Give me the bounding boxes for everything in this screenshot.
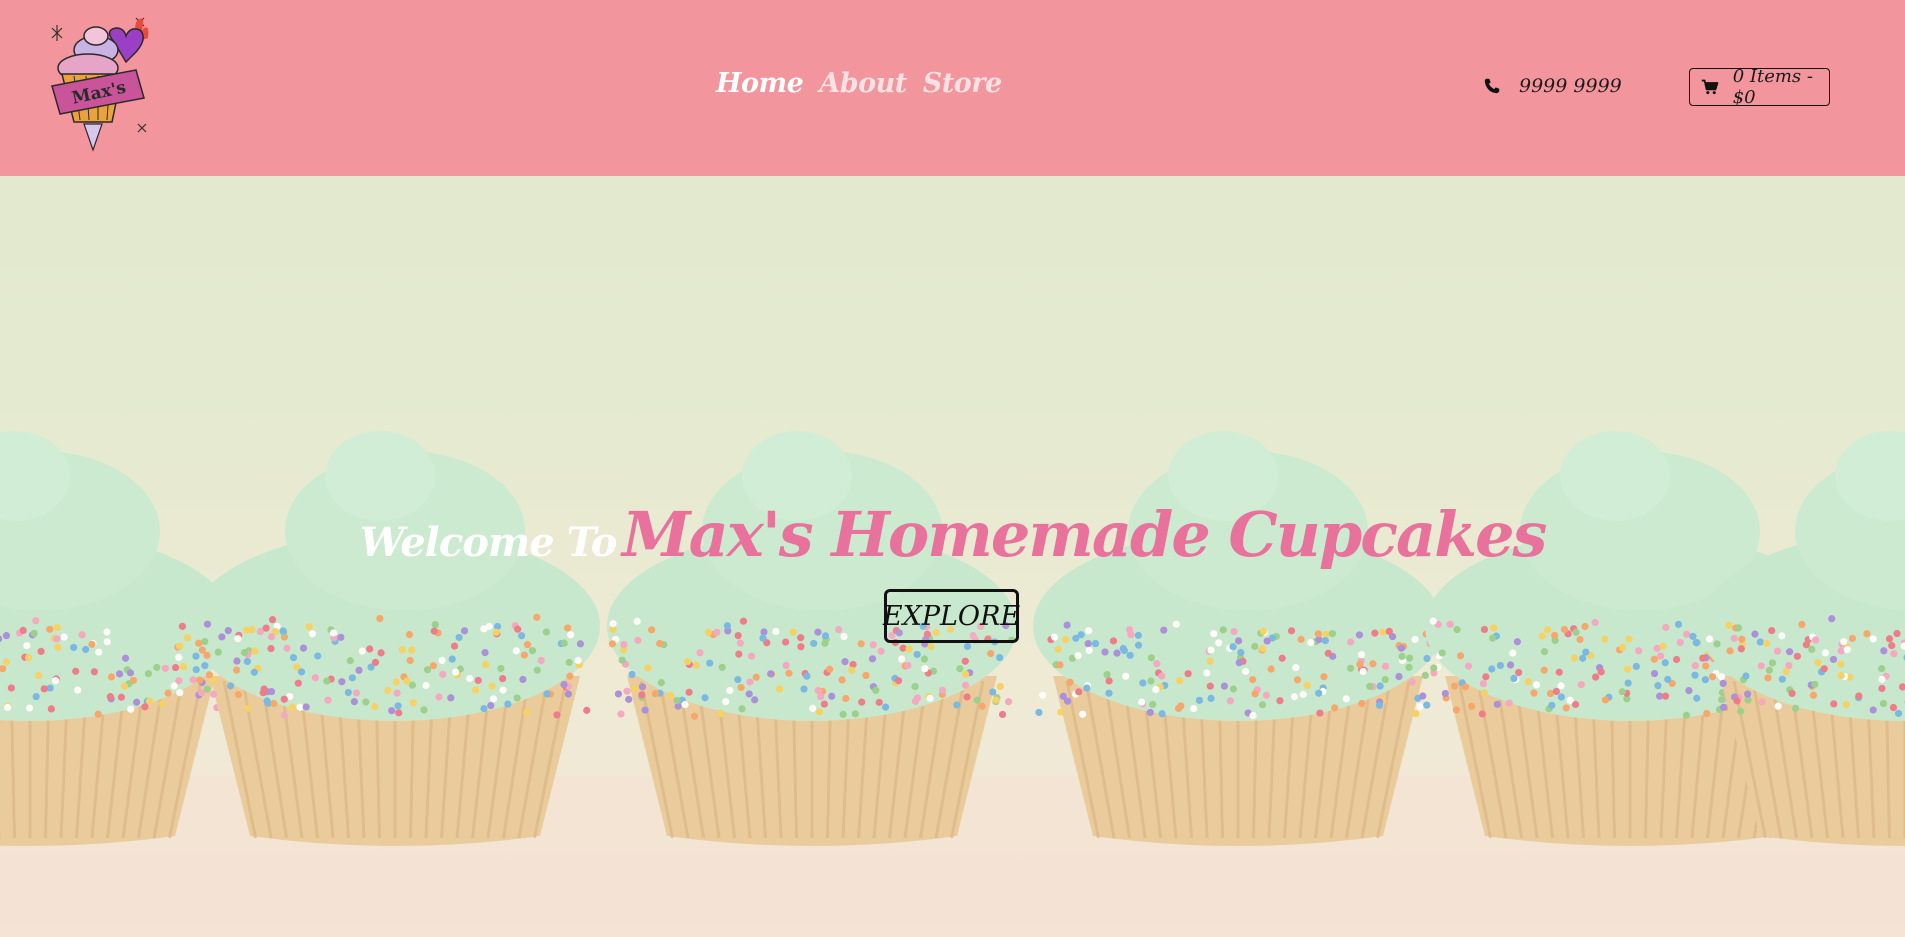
nav-link-about[interactable]: About	[819, 68, 907, 99]
hero-section: Welcome To Max's Homemade Cupcakes EXPLO…	[0, 176, 1905, 937]
hero-brand-text: Max's Homemade Cupcakes	[622, 498, 1547, 571]
logo[interactable]: Max's	[44, 12, 156, 154]
nav-link-store[interactable]: Store	[923, 68, 1002, 99]
phone-contact[interactable]: 9999 9999	[1483, 75, 1622, 97]
hero-headline: Welcome To Max's Homemade Cupcakes	[0, 498, 1905, 571]
nav-link-home[interactable]: Home	[716, 68, 804, 99]
cart-button[interactable]: 0 Items - $0	[1689, 66, 1830, 108]
shopping-cart-icon	[1701, 79, 1719, 95]
main-nav: Home About Store	[716, 68, 1002, 99]
phone-icon	[1484, 78, 1500, 94]
explore-button[interactable]: EXPLORE	[883, 589, 1020, 643]
phone-number: 9999 9999	[1519, 75, 1622, 97]
site-header: Max's Home About Store 9999 9999 0 Items…	[0, 0, 1905, 176]
cart-summary: 0 Items - $0	[1732, 66, 1813, 108]
hero-welcome-text: Welcome To	[359, 519, 618, 566]
cupcake-logo-icon: Max's	[51, 17, 149, 152]
